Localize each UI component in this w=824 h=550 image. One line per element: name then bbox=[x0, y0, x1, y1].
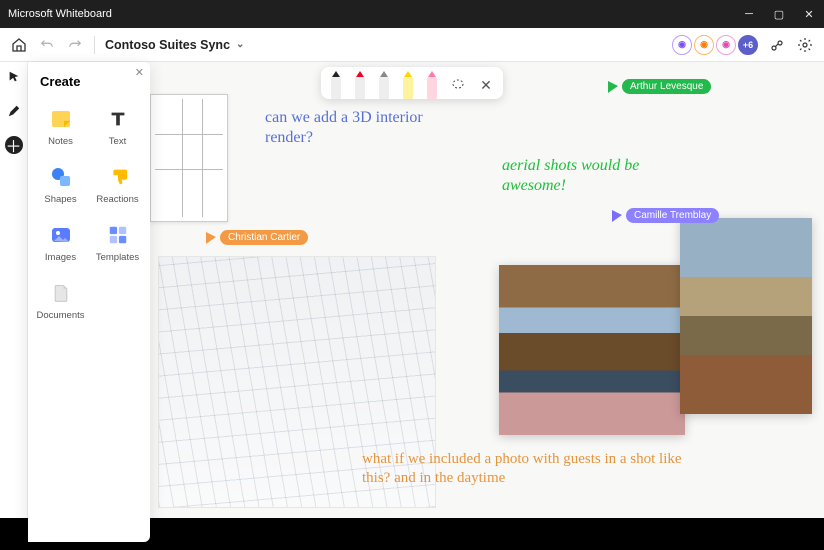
avatar[interactable]: ◉ bbox=[672, 35, 692, 55]
avatar[interactable]: ◉ bbox=[716, 35, 736, 55]
board-name-label: Contoso Suites Sync bbox=[105, 38, 230, 52]
templates-icon bbox=[105, 222, 131, 248]
panel-title: Create bbox=[34, 70, 144, 99]
cursor-label: Christian Cartier bbox=[220, 230, 308, 245]
collaborator-cursor-orange: Christian Cartier bbox=[206, 230, 308, 245]
close-panel-icon[interactable]: ✕ bbox=[135, 66, 144, 79]
pointer-tool-icon[interactable] bbox=[5, 68, 23, 86]
tool-notes[interactable]: Notes bbox=[34, 99, 87, 153]
handwritten-note-orange: what if we included a photo with guests … bbox=[362, 450, 682, 488]
maximize-icon[interactable]: ▢ bbox=[772, 7, 786, 21]
handwritten-note-blue: can we add a 3D interior render? bbox=[265, 108, 435, 148]
highlighter-pink[interactable] bbox=[425, 71, 439, 99]
avatar-overflow[interactable]: +6 bbox=[738, 35, 758, 55]
home-icon[interactable] bbox=[10, 36, 28, 54]
handwritten-note-green: aerial shots would be awesome! bbox=[502, 156, 702, 196]
ink-tool-icon[interactable] bbox=[5, 102, 23, 120]
documents-icon bbox=[48, 280, 74, 306]
tool-text[interactable]: Text bbox=[91, 99, 144, 153]
main-toolbar: Contoso Suites Sync ⌄ ◉ ◉ ◉ +6 bbox=[0, 28, 824, 62]
notes-icon bbox=[48, 106, 74, 132]
tool-templates[interactable]: Templates bbox=[91, 215, 144, 269]
share-icon[interactable] bbox=[768, 36, 786, 54]
close-window-icon[interactable]: ✕ bbox=[802, 7, 816, 21]
tool-images[interactable]: Images bbox=[34, 215, 87, 269]
add-tool-icon[interactable]: ＋ bbox=[5, 136, 23, 154]
cursor-label: Camille Tremblay bbox=[626, 208, 719, 223]
board-name-dropdown[interactable]: Contoso Suites Sync ⌄ bbox=[105, 38, 244, 52]
create-panel: ✕ Create Notes Text Shapes bbox=[28, 62, 150, 542]
tool-shapes[interactable]: Shapes bbox=[34, 157, 87, 211]
text-icon bbox=[105, 106, 131, 132]
shapes-icon bbox=[48, 164, 74, 190]
window-titlebar: Microsoft Whiteboard ─ ▢ ✕ bbox=[0, 0, 824, 28]
undo-icon[interactable] bbox=[38, 36, 56, 54]
canvas-area[interactable]: ✕ can we add a 3D interior render? aeria… bbox=[0, 62, 824, 550]
minimize-icon[interactable]: ─ bbox=[742, 7, 756, 21]
cursor-pointer-icon bbox=[608, 81, 618, 93]
redo-icon[interactable] bbox=[66, 36, 84, 54]
cursor-pointer-icon bbox=[206, 232, 216, 244]
collaborator-cursor-purple: Camille Tremblay bbox=[612, 208, 719, 223]
villa-photo[interactable] bbox=[499, 265, 685, 435]
tool-reactions[interactable]: Reactions bbox=[91, 157, 144, 211]
lobby-photo[interactable] bbox=[680, 218, 812, 414]
pen-tray: ✕ bbox=[321, 67, 503, 99]
pen-red[interactable] bbox=[353, 71, 367, 99]
separator bbox=[94, 36, 95, 54]
highlighter-yellow[interactable] bbox=[401, 71, 415, 99]
pen-black[interactable] bbox=[329, 71, 343, 99]
tool-documents[interactable]: Documents bbox=[34, 273, 87, 327]
collaborator-cursor-green: Arthur Levesque bbox=[608, 79, 711, 94]
lasso-icon[interactable] bbox=[449, 71, 467, 99]
pen-gray[interactable] bbox=[377, 71, 391, 99]
avatar[interactable]: ◉ bbox=[694, 35, 714, 55]
images-icon bbox=[48, 222, 74, 248]
close-tray-icon[interactable]: ✕ bbox=[477, 71, 495, 99]
reactions-icon bbox=[105, 164, 131, 190]
sidebar: ＋ bbox=[0, 62, 28, 550]
cursor-label: Arthur Levesque bbox=[622, 79, 711, 94]
settings-icon[interactable] bbox=[796, 36, 814, 54]
chevron-down-icon: ⌄ bbox=[236, 39, 244, 50]
app-title: Microsoft Whiteboard bbox=[8, 8, 112, 20]
cursor-pointer-icon bbox=[612, 210, 622, 222]
presence-avatars[interactable]: ◉ ◉ ◉ +6 bbox=[672, 35, 758, 55]
floor-plan-image[interactable] bbox=[150, 94, 228, 222]
